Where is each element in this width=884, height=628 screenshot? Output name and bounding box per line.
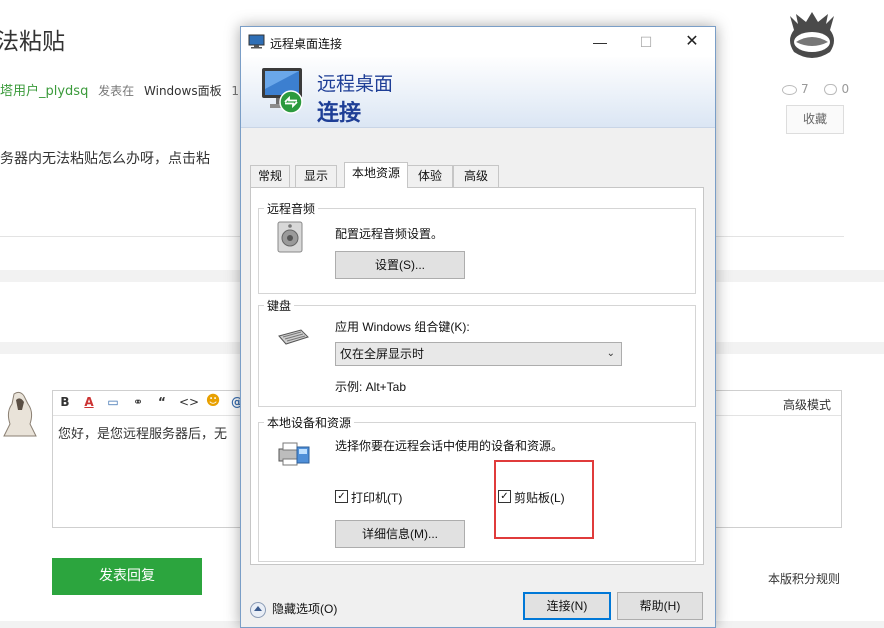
local-devices-group-label: 本地设备和资源 xyxy=(264,414,355,431)
window-title: 远程桌面连接 xyxy=(270,37,343,51)
tab-experience[interactable]: 体验 xyxy=(407,165,453,187)
keyboard-icon xyxy=(278,329,309,345)
image-icon[interactable]: ▭ xyxy=(105,395,121,409)
tab-display[interactable]: 显示 xyxy=(295,165,337,187)
favorite-button[interactable]: 收藏 xyxy=(786,105,844,134)
code-icon[interactable]: <> xyxy=(179,395,199,409)
chevron-down-icon: ⌄ xyxy=(606,348,615,359)
local-devices-group: 本地设备和资源 选择你要在远程会话中使用的设备和资源。 ✓ 打印机(T) ✓ 剪… xyxy=(258,414,696,562)
board-link[interactable]: Windows面板 xyxy=(144,84,222,98)
advanced-mode-link[interactable]: 高级模式 xyxy=(783,396,831,413)
chevron-up-icon xyxy=(250,601,266,618)
printer-label: 打印机(T) xyxy=(351,491,403,505)
keyboard-example: 示例: Alt+Tab xyxy=(335,380,407,394)
printer-checkbox[interactable]: ✓ xyxy=(335,490,348,503)
post-body-text: 务器内无法粘贴怎么办呀，点击粘 xyxy=(0,151,210,167)
keyboard-description: 应用 Windows 组合键(K): xyxy=(335,320,470,334)
tab-local-resources[interactable]: 本地资源 xyxy=(344,162,408,188)
post-title: 法粘贴 xyxy=(0,29,65,55)
audio-description: 配置远程音频设置。 xyxy=(335,227,444,241)
link-icon[interactable]: ⚭ xyxy=(130,395,146,409)
reply-textarea[interactable]: 您好，是您远程服务器后，无 xyxy=(58,423,227,442)
devices-icon xyxy=(278,442,310,466)
comment-icon xyxy=(824,84,838,95)
post-stats: 7 0 xyxy=(782,82,849,96)
text-color-icon[interactable]: A xyxy=(81,395,97,409)
emoji-icon[interactable]: ☻ xyxy=(205,393,221,409)
help-button[interactable]: 帮助(H) xyxy=(617,592,703,620)
details-button[interactable]: 详细信息(M)... xyxy=(335,520,465,548)
keyboard-group: 键盘 应用 Windows 组合键(K): 仅在全屏显示时 ⌄ 示例: Alt+… xyxy=(258,297,696,407)
remote-audio-group: 远程音频 配置远程音频设置。 设置(S)... xyxy=(258,200,696,294)
tab-pane-local-resources: 远程音频 配置远程音频设置。 设置(S)... 键盘 应用 Windows 组合… xyxy=(250,187,704,565)
site-logo-icon xyxy=(790,12,834,58)
banner-title-line1: 远程桌面 xyxy=(317,74,394,95)
maximize-icon[interactable]: ☐ xyxy=(623,27,669,57)
hide-options-label: 隐藏选项(O) xyxy=(272,602,338,616)
post-meta: 塔用户_plydsq 发表在 Windows面板 11 分 xyxy=(0,80,263,99)
remote-audio-group-label: 远程音频 xyxy=(264,200,319,217)
user-avatar xyxy=(0,390,38,438)
quote-icon[interactable]: “ xyxy=(154,395,170,409)
title-bar[interactable]: 远程桌面连接 — ☐ ✕ xyxy=(241,27,715,57)
bold-icon[interactable]: B xyxy=(57,395,73,409)
remote-desktop-icon xyxy=(248,34,265,49)
eye-icon xyxy=(782,84,797,95)
speaker-icon xyxy=(277,221,303,253)
dialog-banner: 远程桌面 连接 xyxy=(241,57,715,128)
hide-options-toggle[interactable]: 隐藏选项(O) xyxy=(250,600,337,618)
windows-key-combo-value: 仅在全屏显示时 xyxy=(340,347,425,361)
connect-button[interactable]: 连接(N) xyxy=(523,592,611,620)
minimize-icon[interactable]: — xyxy=(577,27,623,57)
post-author-link[interactable]: 塔用户_plydsq xyxy=(0,84,88,99)
local-devices-description: 选择你要在远程会话中使用的设备和资源。 xyxy=(335,439,564,453)
comment-count: 0 xyxy=(841,82,850,96)
remote-desktop-dialog: 远程桌面连接 — ☐ ✕ 远程桌面 连接 常规 显示 本地资源 体验 高级 远程… xyxy=(240,26,716,628)
windows-key-combo-select[interactable]: 仅在全屏显示时 ⌄ xyxy=(335,342,622,366)
submit-reply-button[interactable]: 发表回复 xyxy=(52,558,202,595)
posted-in-label: 发表在 xyxy=(98,84,135,98)
board-rules-link[interactable]: 本版积分规则 xyxy=(768,570,840,587)
tab-advanced[interactable]: 高级 xyxy=(453,165,499,187)
close-icon[interactable]: ✕ xyxy=(669,27,715,57)
view-count: 7 xyxy=(801,82,809,96)
audio-settings-button[interactable]: 设置(S)... xyxy=(335,251,465,279)
tab-general[interactable]: 常规 xyxy=(250,165,290,187)
keyboard-group-label: 键盘 xyxy=(264,297,295,314)
clipboard-highlight-box xyxy=(494,460,594,539)
monitor-connect-icon xyxy=(262,68,303,114)
banner-title-line2: 连接 xyxy=(317,100,362,125)
